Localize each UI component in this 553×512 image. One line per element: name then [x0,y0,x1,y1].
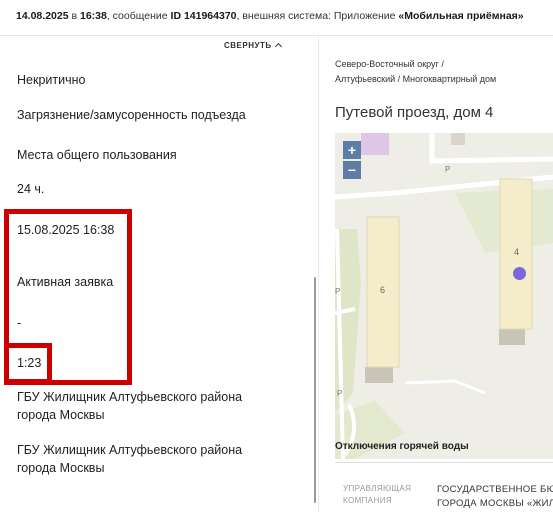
map[interactable]: + − 6 4 P P P [335,133,553,459]
parking-label-1: P [445,165,451,174]
category-value: Загрязнение/замусоренность подъезда [17,108,246,122]
scrollbar[interactable] [314,277,316,503]
map-canvas [335,133,553,459]
object-panel: Северо-Восточный округ / Алтуфьевский / … [319,37,553,512]
management-value-line-1: ГОСУДАРСТВЕННОЕ БЮД [437,484,553,495]
location-type-value: Места общего пользования [17,148,177,162]
external-system-name: «Мобильная приёмная» [398,10,524,22]
breadcrumb-line-1[interactable]: Северо-Восточный округ / [335,57,496,72]
management-value-line-2: ГОРОДА МОСКВЫ «ЖИЛ [437,498,553,509]
building-4-label: 4 [514,247,520,257]
zoom-in-button[interactable]: + [343,141,361,159]
building-6-label: 6 [380,285,386,295]
management-company-value: ГОСУДАРСТВЕННОЕ БЮД ГОРОДА МОСКВЫ «ЖИЛ [437,483,553,511]
section-divider [335,462,553,463]
message-date: 14.08.2025 [16,10,69,22]
management-label-line-2: КОМПАНИЯ [343,496,393,505]
zoom-out-button[interactable]: − [343,161,361,179]
chevron-up-icon [274,42,282,51]
hot-water-outages-title: Отключения горячей воды [335,441,469,452]
priority-value: Некритично [17,73,86,87]
breadcrumb-line-2[interactable]: Алтуфьевский / Многоквартирный дом [335,72,496,87]
highlight-box-small [4,343,52,384]
management-label-line-1: УПРАВЛЯЮЩАЯ [343,484,412,493]
parking-label-3: P [337,389,343,398]
details-panel: СВЕРНУТЬ Некритично Загрязнение/замусоре… [0,37,318,512]
message-id-prefix: , сообщение [106,10,168,22]
message-info: 14.08.2025 в 16:38, сообщение ID 1419643… [16,10,524,22]
deadline-value: 24 ч. [17,182,45,196]
collapse-label: СВЕРНУТЬ [224,41,272,50]
management-company-label: УПРАВЛЯЮЩАЯ КОМПАНИЯ [343,483,411,507]
parking-label-2: P [335,287,341,296]
message-time: 16:38 [79,10,107,22]
external-system-prefix: , внешняя система: Приложение [236,10,396,22]
location-marker-icon[interactable] [513,267,526,280]
collapse-button[interactable]: СВЕРНУТЬ [224,41,282,51]
object-address: Путевой проезд, дом 4 [335,104,494,121]
executor-value-1: ГБУ Жилищник Алтуфьевского района города… [17,390,243,422]
message-header: 14.08.2025 в 16:38, сообщение ID 1419643… [0,0,553,36]
message-id: ID 141964370 [170,10,237,22]
message-in-word: в [71,10,78,22]
breadcrumb: Северо-Восточный округ / Алтуфьевский / … [335,57,496,87]
executor-value-2: ГБУ Жилищник Алтуфьевского района города… [17,443,243,475]
